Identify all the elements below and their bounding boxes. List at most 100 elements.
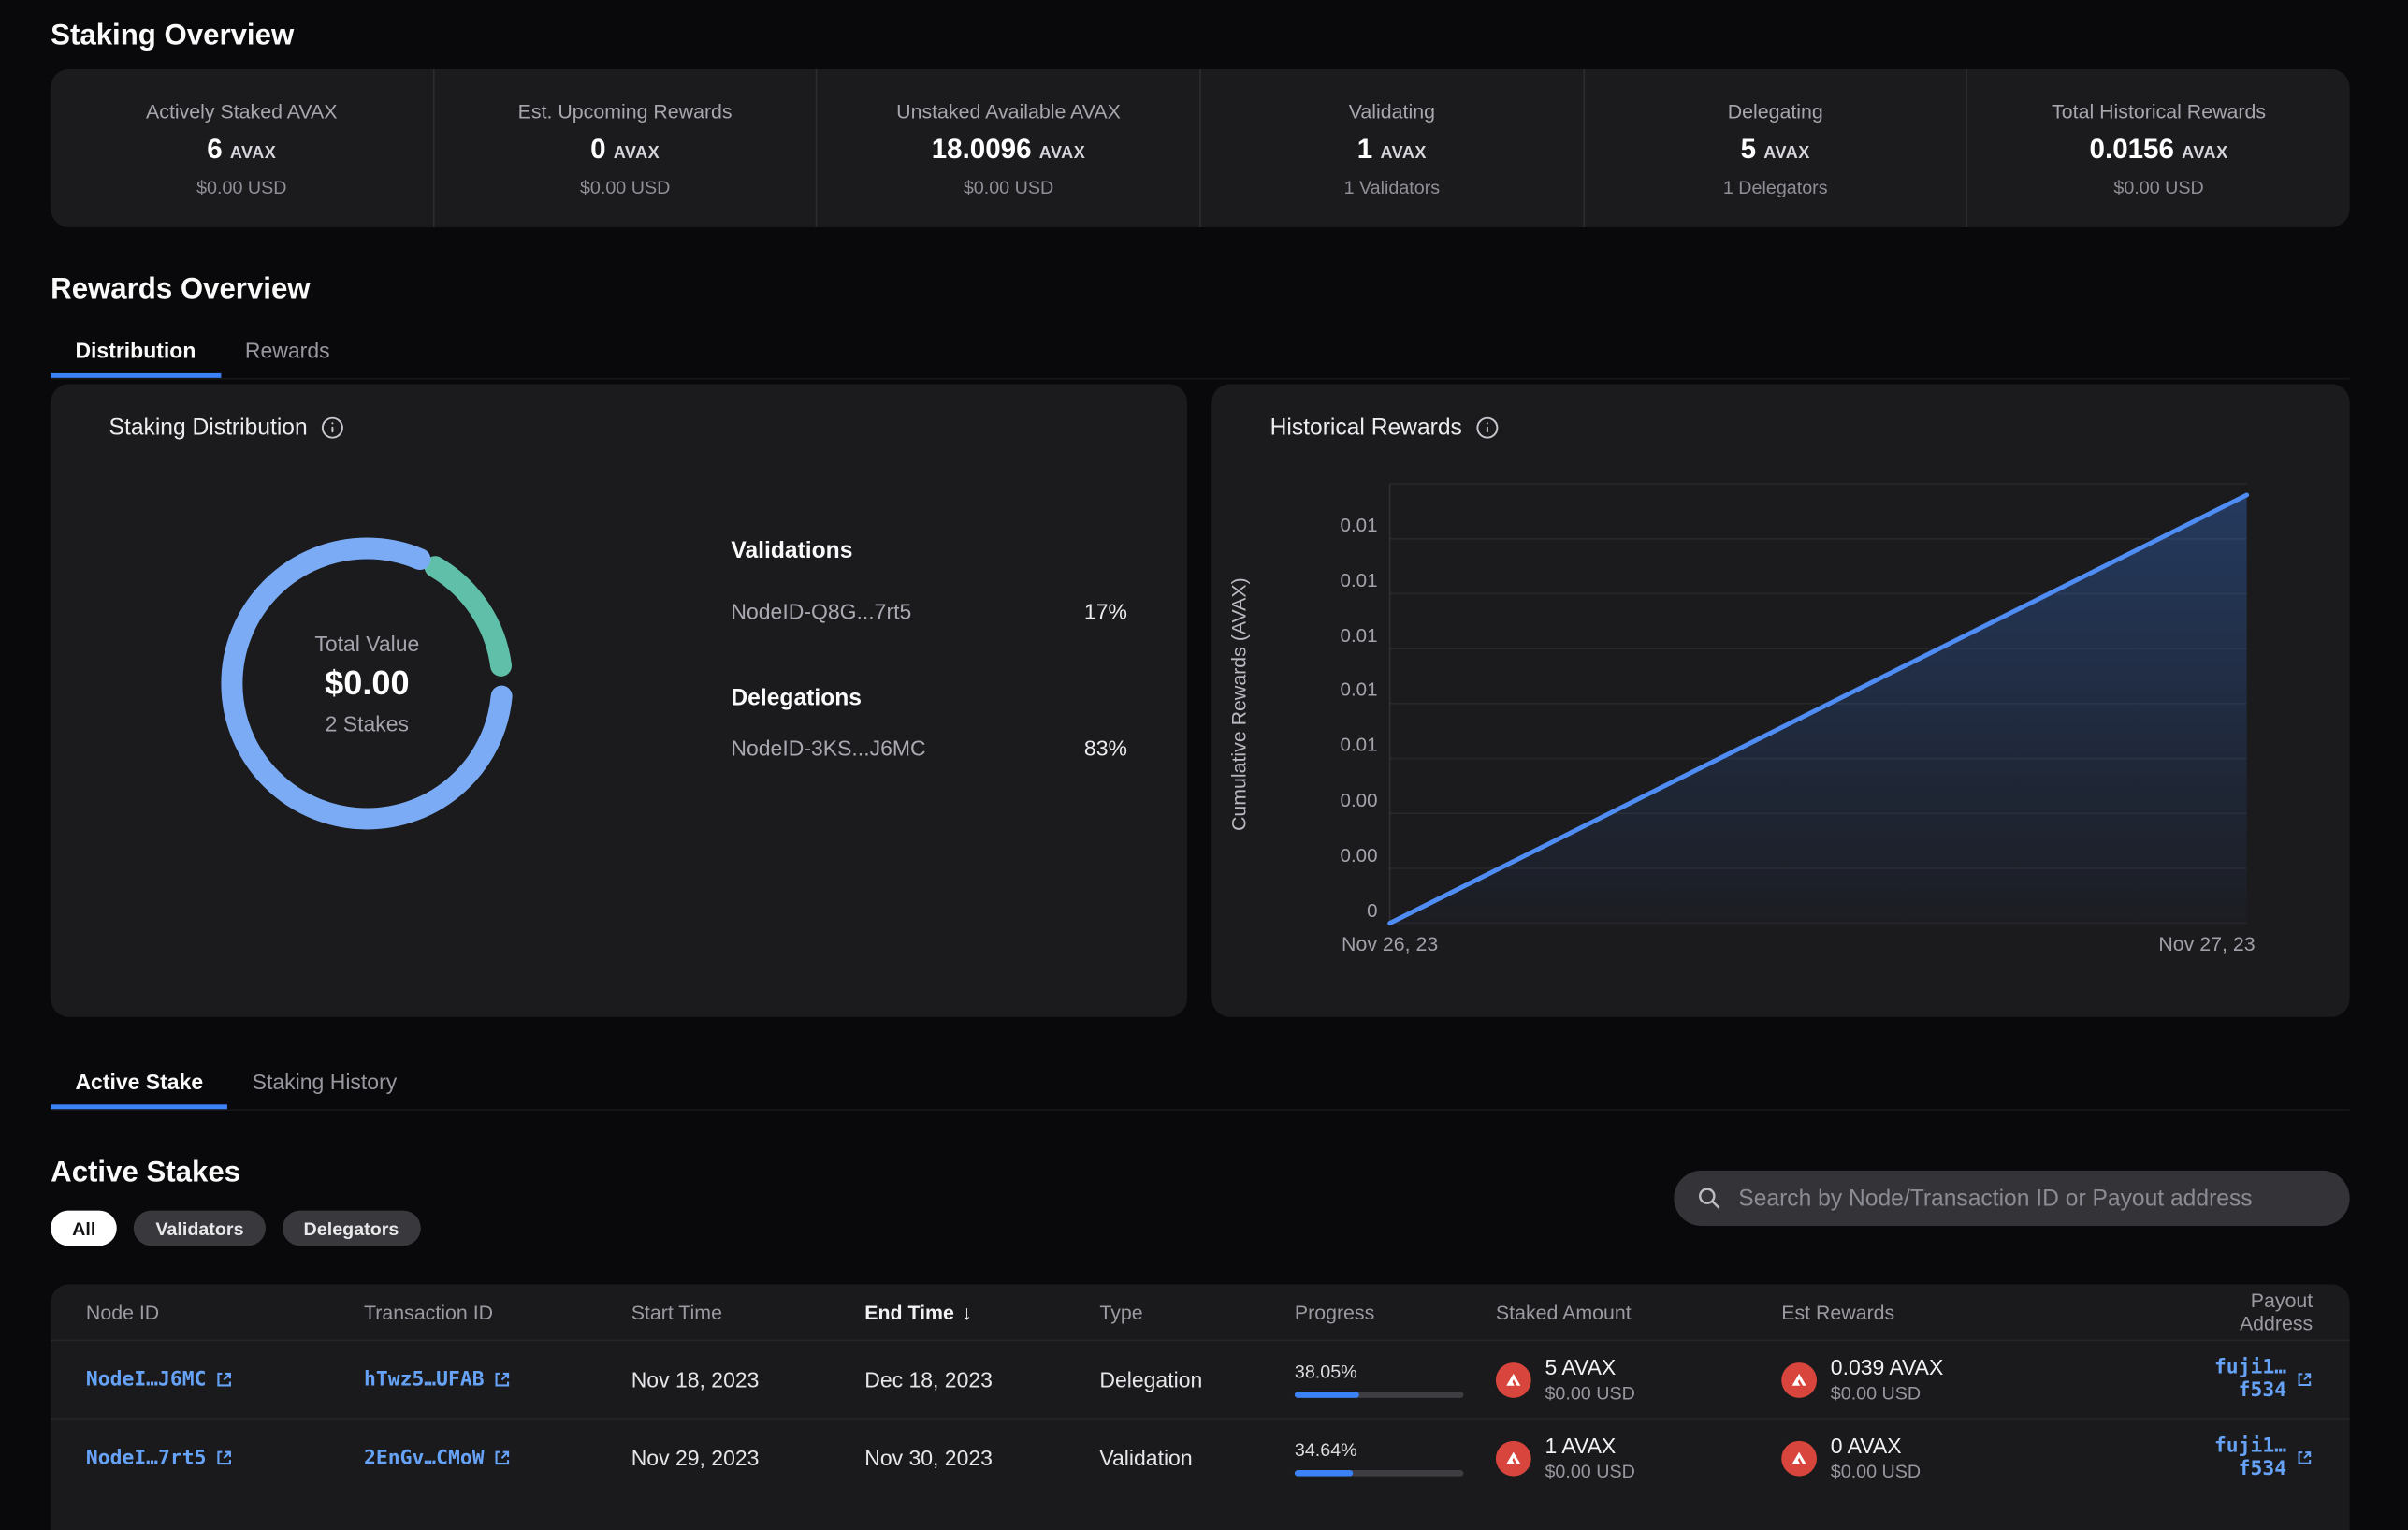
historical-rewards-panel: Historical Rewards Cumulative Rewards (A… <box>1211 384 2349 1016</box>
est-rewards-cell: 0 AVAX$0.00 USD <box>1781 1434 2174 1483</box>
col-transaction-id: Transaction ID <box>364 1301 631 1324</box>
stat-unit: AVAX <box>614 143 660 162</box>
stat-validating: Validating 1AVAX 1 Validators <box>1199 69 1583 227</box>
filter-delegators[interactable]: Delegators <box>283 1211 421 1246</box>
search-box <box>1674 1171 2349 1226</box>
external-link-icon <box>2296 1449 2313 1467</box>
stat-unit: AVAX <box>230 143 276 162</box>
stat-unit: AVAX <box>2182 143 2227 162</box>
stat-delegating: Delegating 5AVAX 1 Delegators <box>1583 69 1966 227</box>
col-progress: Progress <box>1295 1301 1496 1324</box>
tab-distribution[interactable]: Distribution <box>51 326 220 378</box>
staked-amount-cell: 5 AVAX$0.00 USD <box>1496 1355 1781 1405</box>
staked-amount-cell: 1 AVAX$0.00 USD <box>1496 1434 1781 1483</box>
stat-label: Unstaked Available AVAX <box>896 99 1121 123</box>
external-link-icon <box>215 1449 234 1467</box>
stakes-tabs: Active Stake Staking History <box>51 1056 2349 1110</box>
stat-label: Delegating <box>1728 99 1823 123</box>
stat-unstaked-available: Unstaked Available AVAX 18.0096AVAX $0.0… <box>816 69 1199 227</box>
table-header: Node ID Transaction ID Start Time End Ti… <box>51 1284 2349 1339</box>
y-tick: 0.01 <box>1273 679 1378 701</box>
col-end-time[interactable]: End Time ↓ <box>864 1301 1099 1324</box>
delegations-heading: Delegations <box>731 685 862 711</box>
node-percent: 17% <box>1084 599 1127 623</box>
progress-cell: 34.64% <box>1295 1439 1496 1476</box>
stat-value: 0.0156 <box>2090 133 2174 165</box>
node-id-link[interactable]: NodeI…J6MC <box>86 1368 234 1392</box>
avax-logo-icon <box>1781 1440 1817 1476</box>
page-title: Staking Overview <box>51 20 294 53</box>
staking-overview-card: Actively Staked AVAX 6AVAX $0.00 USD Est… <box>51 69 2349 227</box>
x-tick-end: Nov 27, 23 <box>2138 932 2276 955</box>
rewards-overview-tabs: Distribution Rewards <box>51 326 2349 379</box>
tab-active-stake[interactable]: Active Stake <box>51 1056 227 1109</box>
payout-address-link[interactable]: fuji1…f534 <box>2175 1357 2314 1403</box>
tab-rewards[interactable]: Rewards <box>221 326 355 378</box>
stat-sub: $0.00 USD <box>2113 176 2203 197</box>
end-time-cell: Nov 30, 2023 <box>864 1446 1099 1470</box>
y-tick: 0 <box>1273 900 1378 922</box>
info-icon[interactable] <box>321 416 344 440</box>
stat-label: Total Historical Rewards <box>2052 99 2266 123</box>
stat-actively-staked: Actively Staked AVAX 6 AVAX $0.00 USD <box>51 69 432 227</box>
col-node-id: Node ID <box>86 1301 364 1324</box>
col-est-rewards: Est Rewards <box>1781 1301 2174 1324</box>
filter-validators[interactable]: Validators <box>134 1211 265 1246</box>
y-tick: 0.01 <box>1273 515 1378 536</box>
stat-sub: $0.00 USD <box>196 176 286 197</box>
tx-id-link[interactable]: 2EnGv…CMoW <box>364 1447 512 1470</box>
external-link-icon <box>493 1449 512 1467</box>
stat-value: 18.0096 <box>932 133 1032 165</box>
progress-cell: 38.05% <box>1295 1361 1496 1397</box>
payout-address-link[interactable]: fuji1…f534 <box>2175 1435 2314 1480</box>
active-stakes-title: Active Stakes <box>51 1157 240 1190</box>
tx-id-link[interactable]: hTwz5…UFAB <box>364 1368 512 1392</box>
staking-distribution-panel: Staking Distribution Total Value $0.00 2… <box>51 384 1187 1016</box>
info-icon[interactable] <box>1476 416 1500 440</box>
stat-sub: 1 Validators <box>1344 176 1441 197</box>
col-type: Type <box>1099 1301 1294 1324</box>
node-id-label: NodeID-3KS...J6MC <box>731 736 925 760</box>
stat-unit: AVAX <box>1763 143 1809 162</box>
node-id-link[interactable]: NodeI…7rt5 <box>86 1447 234 1470</box>
progress-bar <box>1295 1470 1464 1477</box>
y-axis-title: Cumulative Rewards (AVAX) <box>1221 484 1255 923</box>
tab-staking-history[interactable]: Staking History <box>227 1056 421 1109</box>
y-tick: 0.01 <box>1273 625 1378 647</box>
stat-sub: $0.00 USD <box>580 176 670 197</box>
stat-sub: 1 Delegators <box>1723 176 1828 197</box>
donut-center-label: Total Value <box>314 632 419 656</box>
delegations-item: NodeID-3KS...J6MC 83% <box>731 736 1127 760</box>
est-rewards-cell: 0.039 AVAX$0.00 USD <box>1781 1355 2174 1405</box>
filter-all[interactable]: All <box>51 1211 117 1246</box>
rewards-line-chart <box>1390 484 2247 923</box>
historical-rewards-title: Historical Rewards <box>1270 415 1462 441</box>
node-percent: 83% <box>1084 736 1127 760</box>
active-stakes-table: Node ID Transaction ID Start Time End Ti… <box>51 1284 2349 1530</box>
sort-desc-icon: ↓ <box>962 1301 972 1324</box>
col-payout-address: Payout Address <box>2175 1289 2314 1334</box>
search-input[interactable] <box>1735 1184 2350 1213</box>
stat-label: Actively Staked AVAX <box>146 99 337 123</box>
staking-distribution-title: Staking Distribution <box>109 415 308 441</box>
external-link-icon <box>2296 1370 2313 1389</box>
donut-center-value: $0.00 <box>325 663 409 704</box>
stat-unit: AVAX <box>1039 143 1085 162</box>
table-row: NodeI…7rt5 2EnGv…CMoW Nov 29, 2023 Nov 3… <box>51 1418 2349 1496</box>
x-tick-start: Nov 26, 23 <box>1321 932 1459 955</box>
search-icon <box>1697 1186 1721 1210</box>
y-tick: 0.00 <box>1273 845 1378 867</box>
y-tick: 0.01 <box>1273 735 1378 756</box>
stat-unit: AVAX <box>1380 143 1426 162</box>
stat-value: 0 <box>590 133 605 165</box>
staking-distribution-donut: Total Value $0.00 2 Stakes <box>213 530 520 837</box>
rewards-overview-title: Rewards Overview <box>51 273 310 307</box>
external-link-icon <box>493 1370 512 1389</box>
donut-center-sub: 2 Stakes <box>326 711 409 736</box>
stat-total-historical-rewards: Total Historical Rewards 0.0156 AVAX $0.0… <box>1966 69 2350 227</box>
avax-logo-icon <box>1496 1362 1531 1397</box>
end-time-cell: Dec 18, 2023 <box>864 1367 1099 1392</box>
stat-value: 6 <box>207 133 222 165</box>
external-link-icon <box>215 1370 234 1389</box>
node-id-label: NodeID-Q8G...7rt5 <box>731 599 911 623</box>
